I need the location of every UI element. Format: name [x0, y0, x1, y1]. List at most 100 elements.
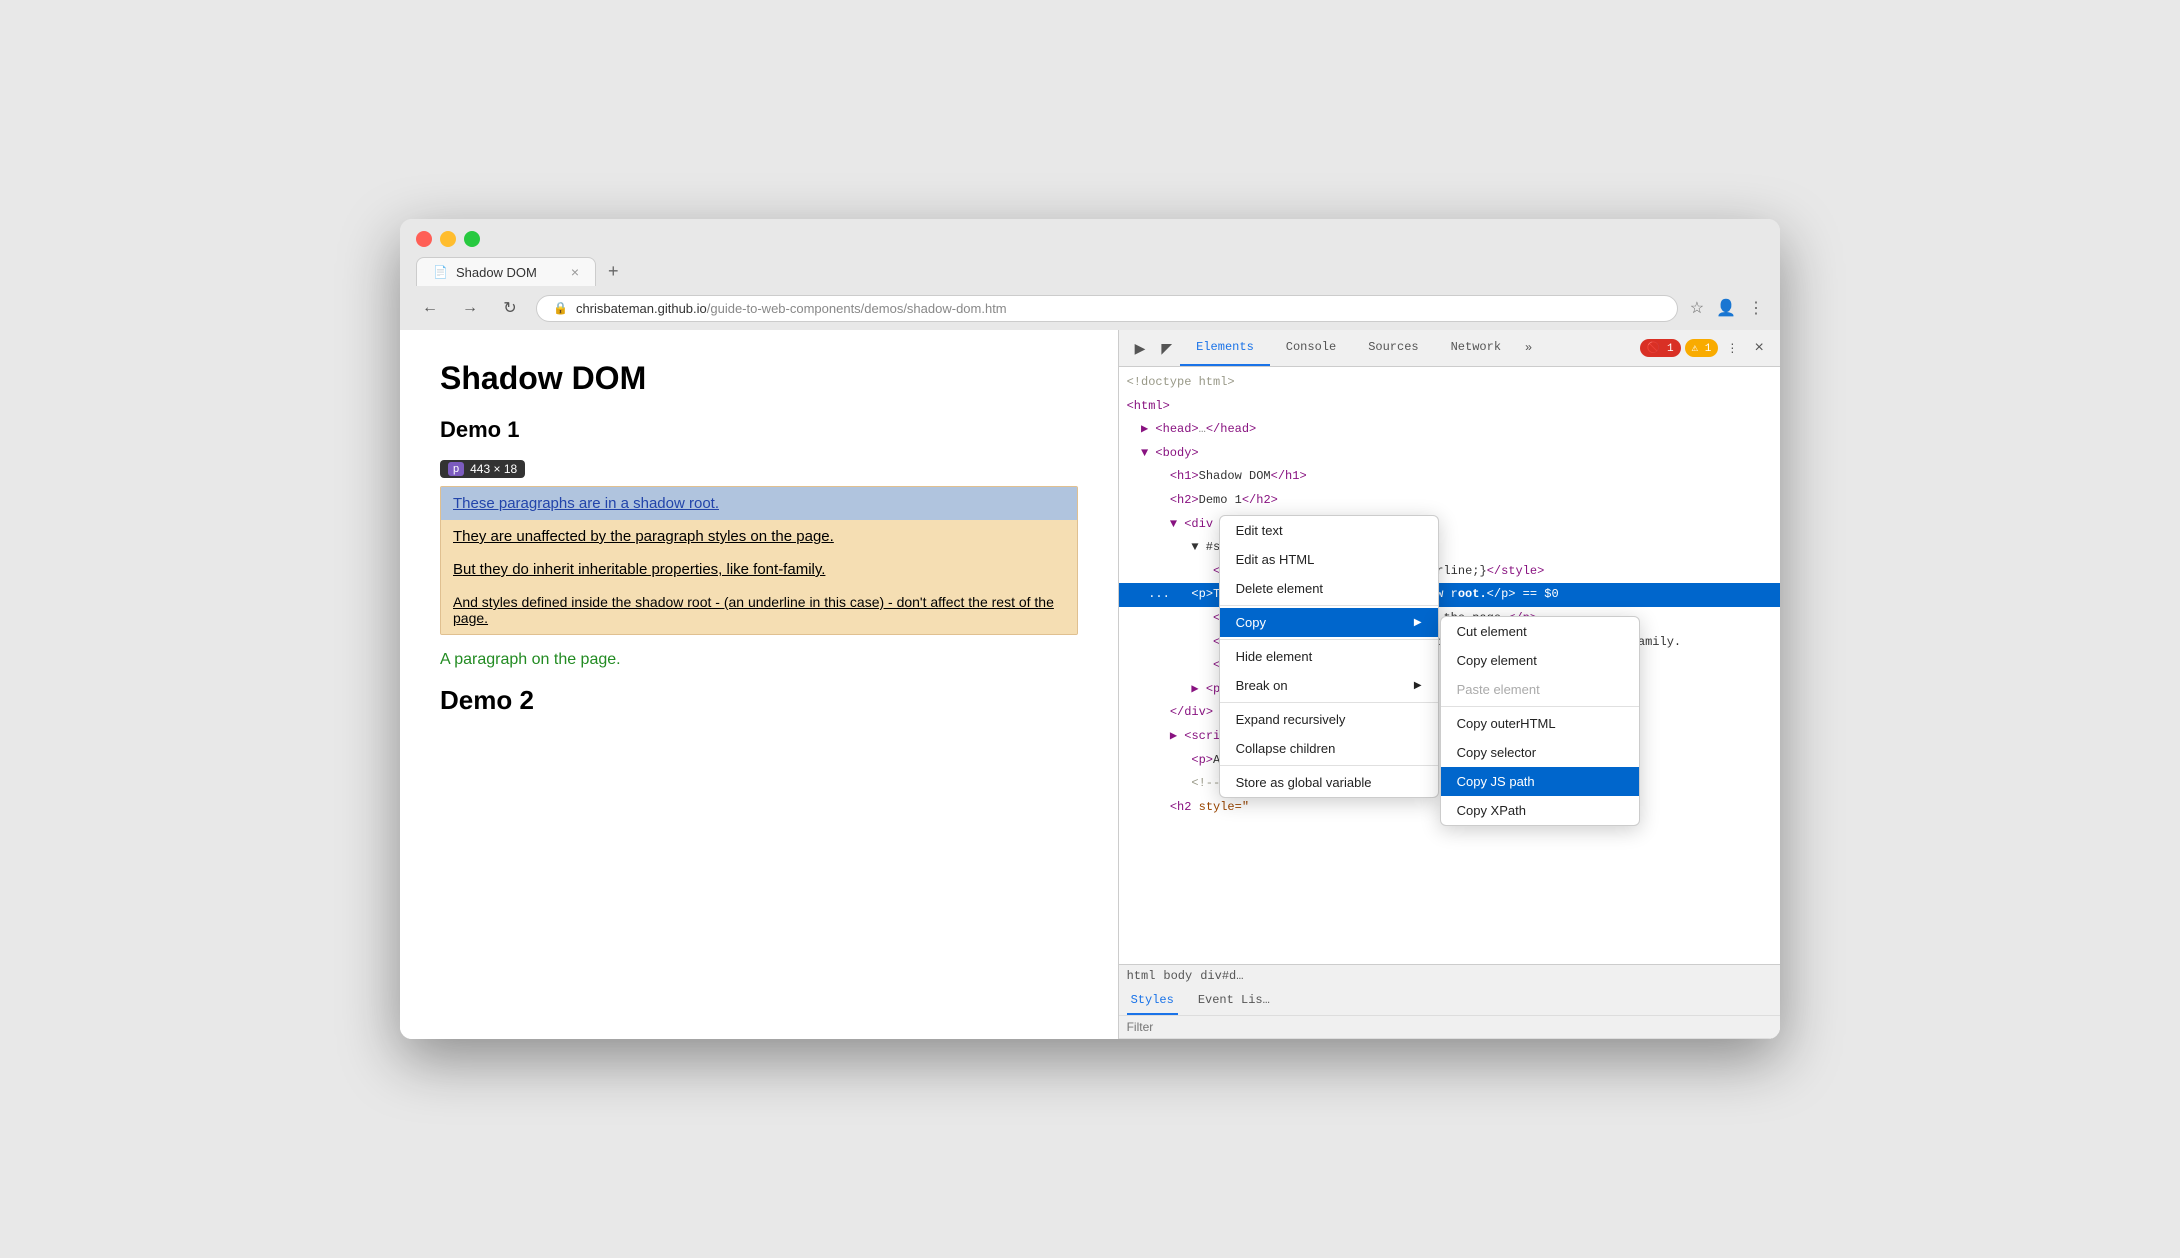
- forward-button[interactable]: →: [456, 294, 484, 322]
- shadow-para-3: But they do inherit inheritable properti…: [441, 553, 1077, 586]
- lock-icon: 🔒: [553, 301, 568, 315]
- tree-line[interactable]: <html>: [1119, 395, 1780, 419]
- tree-line[interactable]: <h2>Demo 1</h2>: [1119, 489, 1780, 513]
- badge-size: 443 × 18: [470, 462, 517, 476]
- maximize-button[interactable]: [464, 231, 480, 247]
- ctx-divider-2: [1220, 639, 1438, 640]
- profile-icon[interactable]: 👤: [1716, 298, 1736, 318]
- tree-line[interactable]: ▶ <head>…</head>: [1119, 418, 1780, 442]
- breadcrumb-div[interactable]: div#d…: [1200, 969, 1243, 983]
- subtab-event-listeners[interactable]: Event Lis…: [1194, 987, 1274, 1015]
- demo1-heading: Demo 1: [440, 417, 1078, 443]
- tree-line[interactable]: <style>p {text-decoration: underline;}</…: [1119, 560, 1780, 584]
- filter-input[interactable]: [1127, 1020, 1772, 1034]
- ctx-delete-element[interactable]: Delete element: [1220, 574, 1438, 603]
- ctx-paste-element[interactable]: Paste element: [1441, 675, 1639, 704]
- tree-line[interactable]: <h1>Shadow DOM</h1>: [1119, 465, 1780, 489]
- ctx-break-on-arrow: ▶: [1414, 680, 1422, 691]
- shadow-para-2: They are unaffected by the paragraph sty…: [441, 520, 1077, 553]
- ctx-copy-arrow: ▶: [1414, 617, 1422, 628]
- devtools-more-icon[interactable]: ⋮: [1718, 333, 1746, 364]
- ctx-edit-html[interactable]: Edit as HTML: [1220, 545, 1438, 574]
- title-bar: 📄 Shadow DOM × +: [400, 219, 1780, 286]
- tree-line[interactable]: ▼ <body>: [1119, 442, 1780, 466]
- filter-bar: [1119, 1016, 1780, 1039]
- menu-icon[interactable]: ⋮: [1748, 298, 1764, 318]
- url-text: chrisbateman.github.io/guide-to-web-comp…: [576, 301, 1007, 316]
- url-path: /guide-to-web-components/demos/shadow-do…: [707, 301, 1007, 316]
- ctx-break-on[interactable]: Break on ▶: [1220, 671, 1438, 700]
- devtools-bottom: html body div#d… Styles Event Lis…: [1119, 964, 1780, 1039]
- ctx-copy-label: Copy: [1236, 615, 1266, 630]
- ctx-copy-outerhtml[interactable]: Copy outerHTML: [1441, 709, 1639, 738]
- ctx-cut-element[interactable]: Cut element: [1441, 617, 1639, 646]
- browser-tab-active[interactable]: 📄 Shadow DOM ×: [416, 257, 596, 286]
- ctx-expand-recursively[interactable]: Expand recursively: [1220, 705, 1438, 734]
- inspect-element-icon[interactable]: ▶: [1127, 332, 1154, 365]
- ctx-copy-element[interactable]: Copy element: [1441, 646, 1639, 675]
- content-area: Shadow DOM Demo 1 p 443 × 18 These parag…: [400, 330, 1780, 1039]
- tabs-row: 📄 Shadow DOM × +: [416, 257, 1764, 286]
- ctx-break-on-label: Break on: [1236, 678, 1288, 693]
- devtools-tabs: ▶ ◤ Elements Console Sources Network » 🚫…: [1119, 330, 1780, 367]
- tab-close-icon[interactable]: ×: [571, 264, 579, 280]
- reload-button[interactable]: ↻: [496, 294, 524, 322]
- traffic-lights: [416, 231, 1764, 247]
- warn-count-badge[interactable]: ⚠ 1: [1685, 339, 1719, 357]
- tab-elements[interactable]: Elements: [1180, 330, 1270, 366]
- copy-submenu: Cut element Copy element Paste element C…: [1440, 616, 1640, 826]
- ctx-hide-element[interactable]: Hide element: [1220, 642, 1438, 671]
- context-menu: Edit text Edit as HTML Delete element Co…: [1219, 515, 1439, 798]
- browser-window: 📄 Shadow DOM × + ← → ↻ 🔒 chrisbateman.gi…: [400, 219, 1780, 1039]
- minimize-button[interactable]: [440, 231, 456, 247]
- error-count-badge[interactable]: 🚫 1: [1640, 339, 1681, 357]
- bookmark-icon[interactable]: ☆: [1690, 298, 1704, 318]
- new-tab-button[interactable]: +: [600, 257, 627, 286]
- tree-line-selected[interactable]: ... <p>These paragraphs are in a shadow …: [1119, 583, 1780, 607]
- devtools-panel: ▶ ◤ Elements Console Sources Network » 🚫…: [1118, 330, 1780, 1039]
- devtools-breadcrumb: html body div#d…: [1119, 965, 1780, 987]
- tab-page-icon: 📄: [433, 265, 448, 279]
- demo2-heading: Demo 2: [440, 685, 1078, 716]
- tab-network[interactable]: Network: [1435, 330, 1517, 366]
- tree-line[interactable]: <!doctype html>: [1119, 371, 1780, 395]
- subtab-styles[interactable]: Styles: [1127, 987, 1178, 1015]
- ctx-store-global[interactable]: Store as global variable: [1220, 768, 1438, 797]
- ctx-copy[interactable]: Copy ▶: [1220, 608, 1438, 637]
- back-button[interactable]: ←: [416, 294, 444, 322]
- breadcrumb-body[interactable]: body: [1163, 969, 1192, 983]
- tab-sources[interactable]: Sources: [1352, 330, 1434, 366]
- green-paragraph: A paragraph on the page.: [440, 651, 1078, 669]
- page-content: Shadow DOM Demo 1 p 443 × 18 These parag…: [400, 330, 1118, 1039]
- page-title: Shadow DOM: [440, 360, 1078, 397]
- more-tabs-button[interactable]: »: [1517, 333, 1540, 363]
- ctx-divider-3: [1220, 702, 1438, 703]
- shadow-para-1: These paragraphs are in a shadow root.: [441, 487, 1077, 520]
- badge-p-label: p: [448, 462, 464, 476]
- tooltip-badge: p 443 × 18: [440, 460, 525, 478]
- devtools-subtabs: Styles Event Lis…: [1119, 987, 1780, 1016]
- tab-console[interactable]: Console: [1270, 330, 1352, 366]
- address-bar-right: ☆ 👤 ⋮: [1690, 298, 1764, 318]
- url-bar[interactable]: 🔒 chrisbateman.github.io/guide-to-web-co…: [536, 295, 1678, 322]
- ctx-copy-selector[interactable]: Copy selector: [1441, 738, 1639, 767]
- tree-line[interactable]: ▼ #shadow-root (open): [1119, 536, 1780, 560]
- address-bar: ← → ↻ 🔒 chrisbateman.github.io/guide-to-…: [400, 286, 1780, 330]
- breadcrumb-html[interactable]: html: [1127, 969, 1156, 983]
- device-toggle-icon[interactable]: ◤: [1153, 332, 1180, 365]
- close-button[interactable]: [416, 231, 432, 247]
- ctx-divider-1: [1220, 605, 1438, 606]
- copy-divider-1: [1441, 706, 1639, 707]
- tab-title: Shadow DOM: [456, 265, 537, 280]
- devtools-close-icon[interactable]: ×: [1746, 331, 1772, 365]
- ctx-edit-text[interactable]: Edit text: [1220, 516, 1438, 545]
- ctx-collapse-children[interactable]: Collapse children: [1220, 734, 1438, 763]
- ctx-divider-4: [1220, 765, 1438, 766]
- tree-line[interactable]: ▼ <div id="demo1">: [1119, 513, 1780, 537]
- error-badge-area: 🚫 1 ⚠ 1: [1640, 339, 1719, 357]
- ctx-copy-xpath[interactable]: Copy XPath: [1441, 796, 1639, 825]
- shadow-para-4: And styles defined inside the shadow roo…: [441, 586, 1077, 634]
- ctx-copy-js-path[interactable]: Copy JS path: [1441, 767, 1639, 796]
- url-domain: chrisbateman.github.io: [576, 301, 707, 316]
- shadow-dom-box: These paragraphs are in a shadow root. T…: [440, 486, 1078, 635]
